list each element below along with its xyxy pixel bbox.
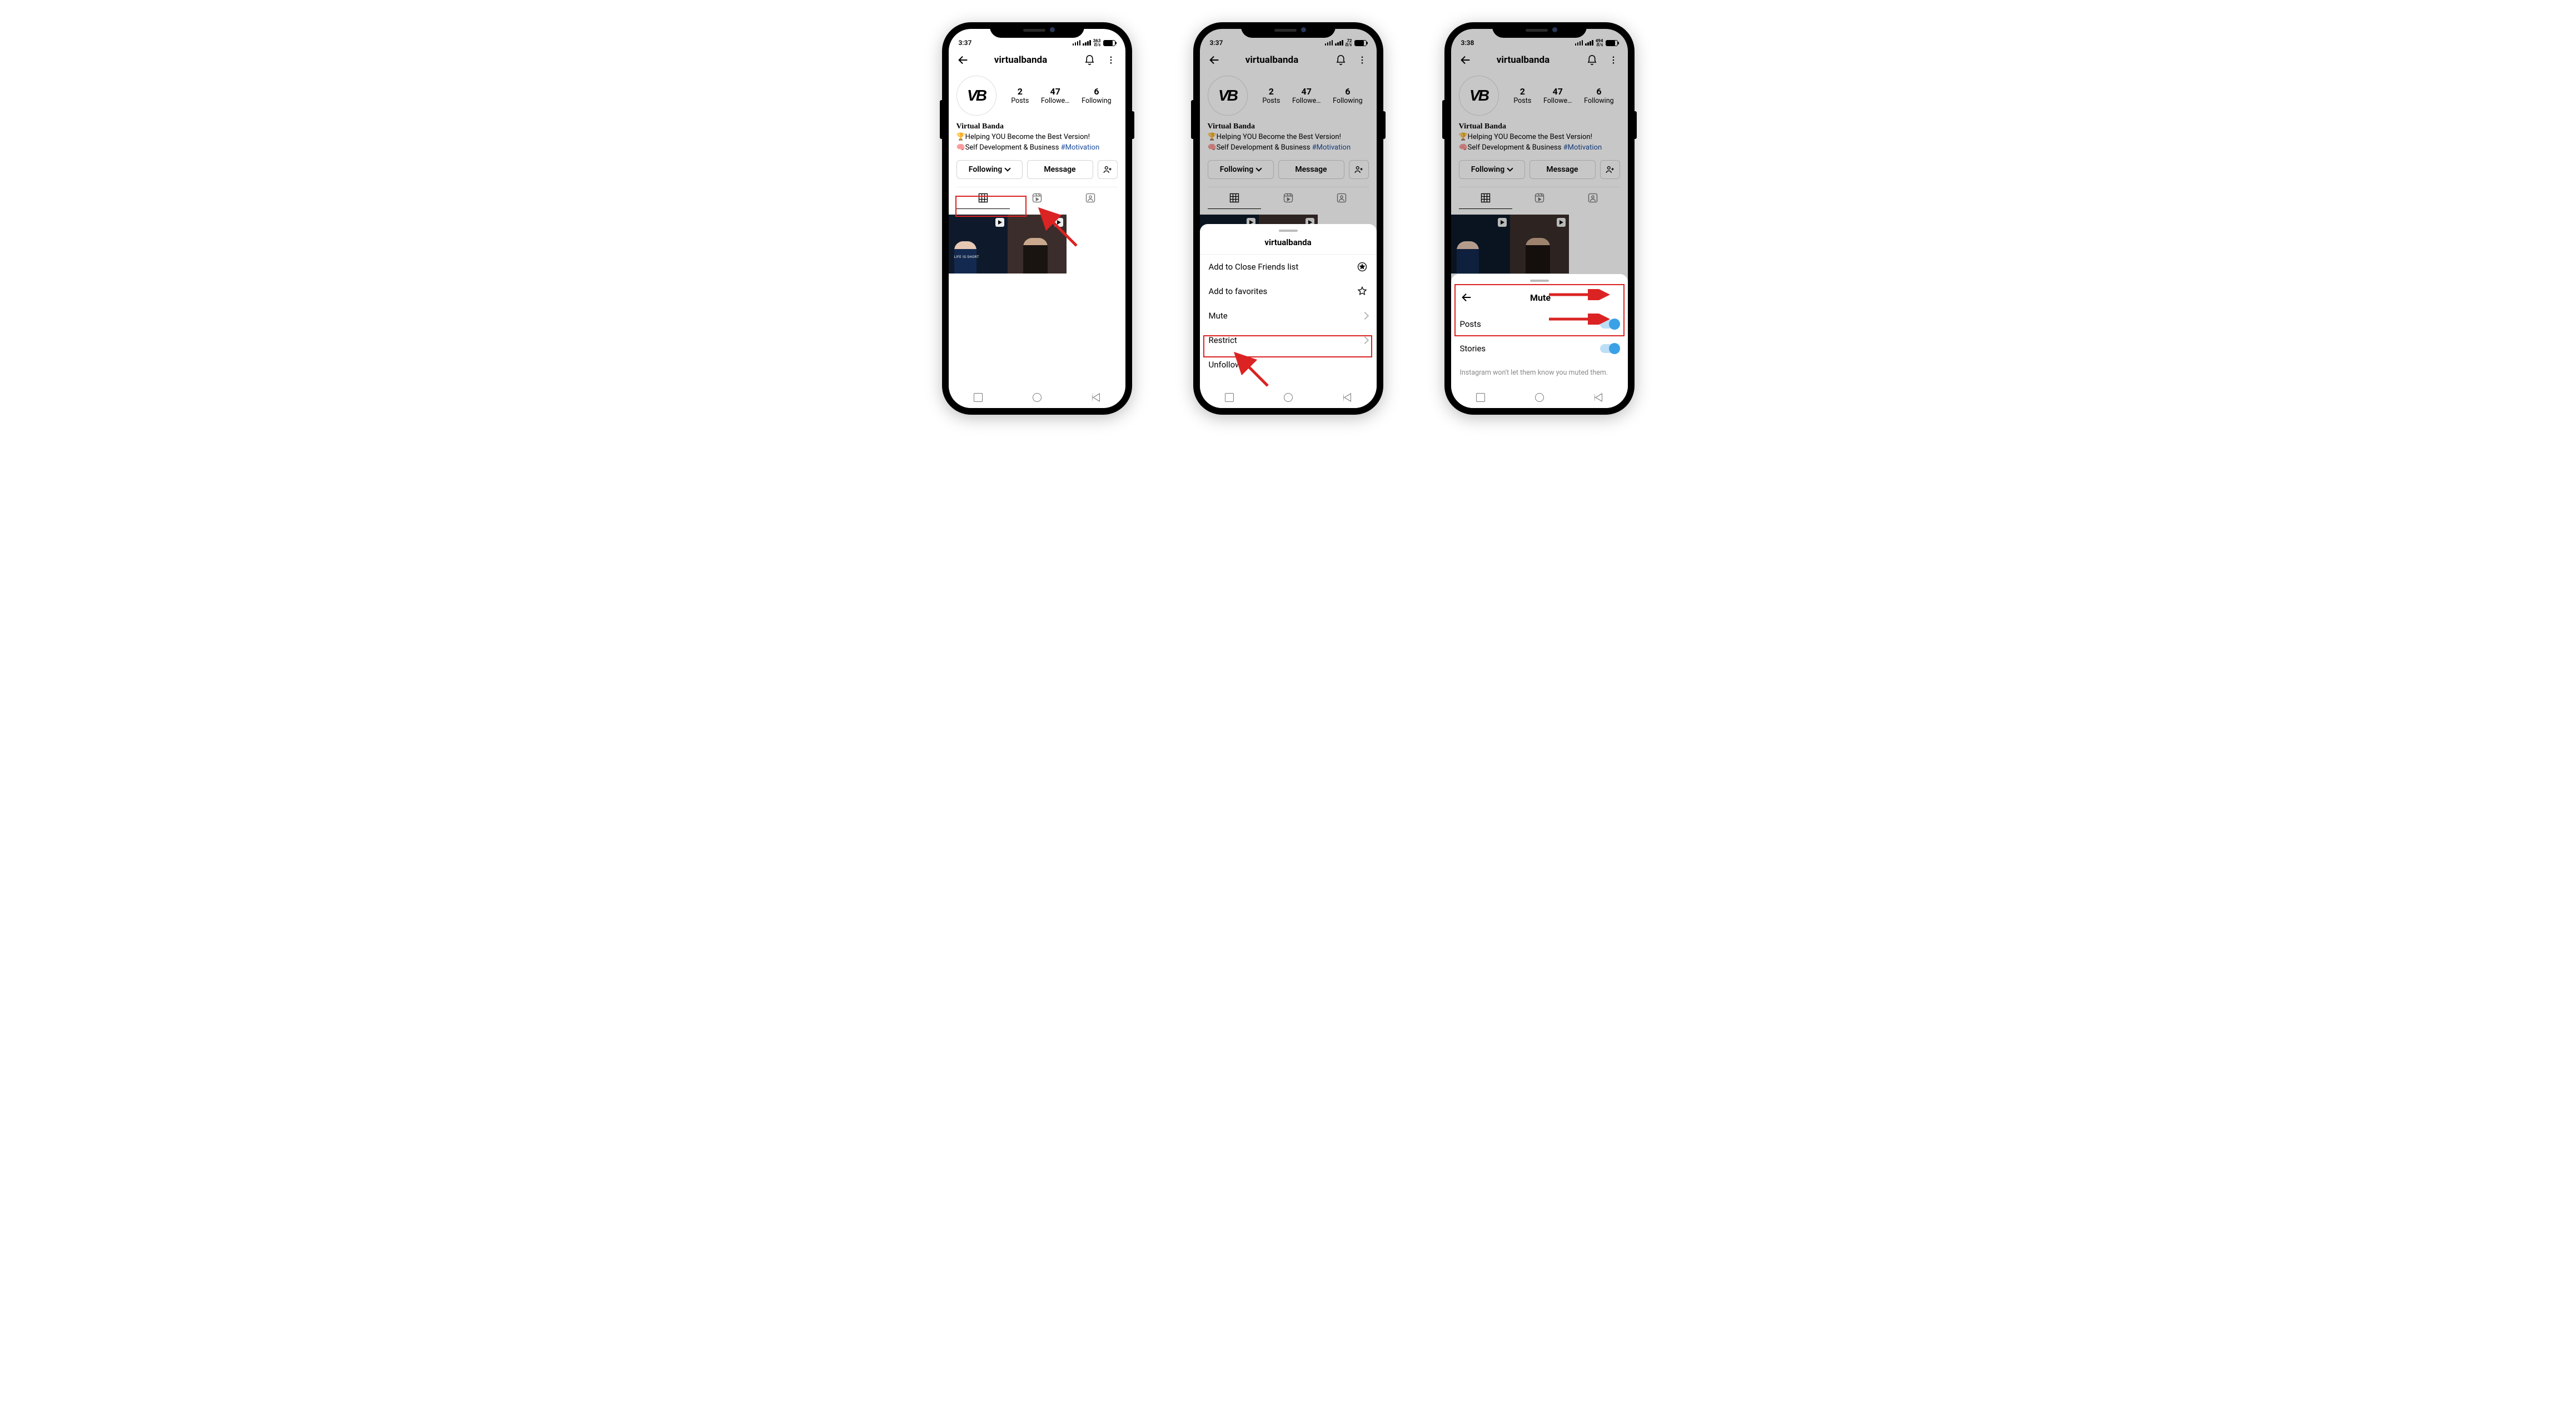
android-nav (1451, 390, 1628, 405)
toggle-stories[interactable] (1600, 344, 1619, 353)
post-thumbnail[interactable]: LIFE IS SHORT (949, 215, 1008, 274)
nav-home-icon[interactable] (1535, 393, 1544, 402)
tab-reels[interactable] (1010, 187, 1064, 209)
following-button[interactable]: Following (956, 160, 1023, 179)
row-mute-posts: Posts (1451, 312, 1628, 336)
row-close-friends[interactable]: Add to Close Friends list (1200, 255, 1377, 279)
nav-recent-icon[interactable] (1225, 393, 1234, 402)
row-mute-stories: Stories (1451, 336, 1628, 361)
nav-back-icon[interactable] (1595, 393, 1602, 402)
stat-posts[interactable]: 2Posts (1011, 86, 1029, 105)
phone-step-1: 3:37 363B/s virtualbanda VB (942, 22, 1132, 415)
notch (1241, 22, 1336, 38)
following-sheet: virtualbanda Add to Close Friends list A… (1200, 224, 1377, 408)
stat-followers[interactable]: 47Followe… (1041, 86, 1070, 105)
avatar[interactable]: VB (956, 76, 996, 116)
mute-note: Instagram won't let them know you muted … (1451, 361, 1628, 377)
reels-icon (1054, 218, 1063, 227)
android-nav (1200, 390, 1377, 405)
signal-icon (1073, 40, 1081, 46)
toggle-posts[interactable] (1600, 320, 1619, 329)
notch (990, 22, 1084, 38)
stat-following[interactable]: 6Following (1082, 86, 1111, 105)
mute-stories-label: Stories (1460, 344, 1486, 354)
nav-home-icon[interactable] (1284, 393, 1293, 402)
row-favorites[interactable]: Add to favorites (1200, 279, 1377, 304)
more-icon[interactable] (1103, 52, 1119, 68)
battery-icon (1103, 40, 1115, 46)
phone-step-2: 3:37 72B/s virtualbanda VB 2Posts 47Foll… (1193, 22, 1383, 415)
sheet-handle[interactable] (1279, 230, 1298, 232)
star-circle-icon (1357, 261, 1368, 272)
sheet-title: virtualbanda (1200, 237, 1377, 255)
nav-home-icon[interactable] (1033, 393, 1042, 402)
post-thumbnail[interactable] (1008, 215, 1067, 274)
tab-tagged[interactable] (1064, 187, 1118, 209)
bio-line-1: 🏆Helping YOU Become the Best Version! (956, 132, 1118, 143)
row-restrict[interactable]: Restrict (1200, 328, 1377, 352)
mute-sheet: Mute Posts Stories Instagram won't let t… (1451, 274, 1628, 408)
phone-step-3: 3:38 494B/s virtualbanda VB 2Posts 47Fol… (1444, 22, 1635, 415)
nav-recent-icon[interactable] (1476, 393, 1485, 402)
status-time: 3:37 (959, 39, 972, 47)
row-unfollow[interactable]: Unfollow (1200, 352, 1377, 377)
signal-icon (1083, 40, 1091, 46)
notifications-icon[interactable] (1082, 52, 1098, 68)
chevron-right-icon (1361, 312, 1368, 320)
chevron-down-icon (1005, 165, 1011, 171)
sheet-title: Mute (1461, 292, 1620, 303)
reels-icon (995, 218, 1004, 227)
row-mute[interactable]: Mute (1200, 304, 1377, 328)
nav-recent-icon[interactable] (974, 393, 983, 402)
android-nav (949, 390, 1125, 405)
notch (1492, 22, 1587, 38)
bio-line-2: 🧠Self Development & Business #Motivation (956, 143, 1118, 153)
nav-back-icon[interactable] (1343, 393, 1351, 402)
sheet-handle[interactable] (1530, 280, 1549, 282)
nav-back-icon[interactable] (1092, 393, 1100, 402)
data-rate: 363B/s (1093, 39, 1101, 47)
star-icon (1357, 286, 1368, 297)
message-button[interactable]: Message (1027, 160, 1093, 179)
chevron-right-icon (1361, 336, 1368, 344)
tab-grid[interactable] (956, 187, 1010, 209)
hashtag-link[interactable]: #Motivation (1061, 143, 1099, 152)
posts-grid: LIFE IS SHORT (949, 215, 1125, 274)
suggest-users-button[interactable] (1098, 160, 1118, 179)
bio-name: Virtual Banda (956, 121, 1118, 132)
mute-posts-label: Posts (1460, 319, 1481, 329)
page-title: virtualbanda (965, 54, 1077, 66)
